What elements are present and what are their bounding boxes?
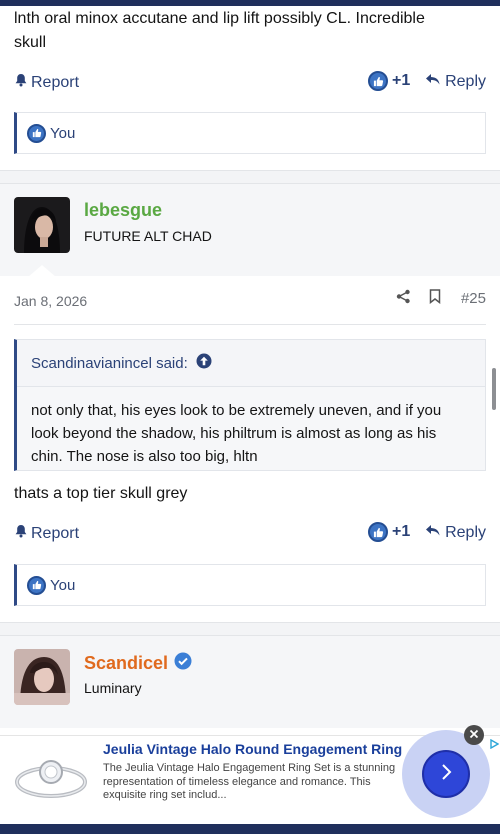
username[interactable]: lebesgue xyxy=(84,200,162,221)
post-divider xyxy=(0,170,500,184)
chevron-right-icon xyxy=(439,763,453,786)
reply-label: Reply xyxy=(445,73,486,90)
like-thumb-icon xyxy=(368,71,388,91)
like-button[interactable]: +1 xyxy=(368,522,410,542)
ad-next-button[interactable] xyxy=(422,750,470,798)
quote-line-3: chin. The nose is also too big, hltn xyxy=(31,448,258,465)
quote-content: not only that, his eyes look to be extre… xyxy=(17,387,485,482)
post-1-likes-bar[interactable]: You xyxy=(14,112,486,154)
header-notch xyxy=(28,265,56,277)
report-button[interactable]: Report xyxy=(14,73,79,92)
reply-label: Reply xyxy=(445,524,486,541)
user-title: FUTURE ALT CHAD xyxy=(84,228,212,244)
quote-author: Scandinavianincel said: xyxy=(31,354,188,372)
quote-block: Scandinavianincel said: not only that, h… xyxy=(14,339,486,471)
post-1-text-line-1: lnth oral minox accutane and lip lift po… xyxy=(14,10,425,27)
verified-badge-icon xyxy=(174,652,192,675)
like-count: +1 xyxy=(392,72,411,89)
quote-line-1: not only that, his eyes look to be extre… xyxy=(31,402,442,419)
scrollbar-thumb[interactable] xyxy=(492,368,496,410)
share-icon[interactable] xyxy=(396,289,411,307)
report-button[interactable]: Report xyxy=(14,524,79,543)
username[interactable]: Scandicel xyxy=(84,653,168,674)
ad-desc-line-1: The Jeulia Vintage Halo Engagement Ring … xyxy=(103,762,396,774)
post-1-text-line-2: skull xyxy=(14,34,47,51)
likes-list: You xyxy=(50,124,76,142)
ad-close-button[interactable] xyxy=(464,725,484,745)
post-2-likes-bar[interactable]: You xyxy=(14,564,486,606)
bell-icon xyxy=(14,73,28,92)
user-title: Luminary xyxy=(84,680,142,696)
quote-line-2: look beyond the shadow, his philtrum is … xyxy=(31,425,437,442)
avatar[interactable] xyxy=(14,649,70,705)
like-button[interactable]: +1 xyxy=(368,71,410,91)
likes-list: You xyxy=(50,576,76,594)
reply-button[interactable]: Reply xyxy=(425,524,486,542)
quote-up-arrow-icon[interactable] xyxy=(196,353,212,373)
reply-button[interactable]: Reply xyxy=(425,73,486,91)
bell-icon xyxy=(14,524,28,543)
post-1-actions: Report +1 Reply xyxy=(14,71,486,95)
quote-header[interactable]: Scandinavianincel said: xyxy=(17,340,485,387)
post-2-text: thats a top tier skull grey xyxy=(14,485,188,502)
post-2-actions: Report +1 Reply xyxy=(14,522,486,546)
post-tools: #25 xyxy=(396,289,486,307)
report-label: Report xyxy=(31,73,80,91)
ad-banner[interactable]: Jeulia Vintage Halo Round Engagement Rin… xyxy=(0,725,500,825)
username-row: Scandicel xyxy=(84,652,192,675)
adchoices-icon[interactable] xyxy=(490,736,500,754)
post-3-user-header: Scandicel Luminary xyxy=(0,636,500,728)
meta-divider xyxy=(14,324,486,325)
post-2-meta: Jan 8, 2026 #25 xyxy=(14,289,486,313)
post-divider xyxy=(0,622,500,636)
ad-desc-line-2: representation of timeless elegance and … xyxy=(103,775,371,788)
post-number[interactable]: #25 xyxy=(461,290,486,307)
ad-title[interactable]: Jeulia Vintage Halo Round Engagement Rin… xyxy=(103,741,402,757)
like-thumb-icon xyxy=(27,575,46,595)
ad-ring-image[interactable] xyxy=(10,750,92,810)
like-count: +1 xyxy=(392,523,411,540)
close-icon xyxy=(469,726,479,744)
report-label: Report xyxy=(31,524,80,542)
bottom-nav-bar xyxy=(0,824,500,834)
reply-arrow-icon xyxy=(425,73,441,91)
like-thumb-icon xyxy=(27,123,46,143)
bookmark-icon[interactable] xyxy=(429,289,441,307)
post-date[interactable]: Jan 8, 2026 xyxy=(14,293,87,309)
ad-description: The Jeulia Vintage Halo Engagement Ring … xyxy=(103,762,403,803)
avatar[interactable] xyxy=(14,197,70,253)
like-thumb-icon xyxy=(368,522,388,542)
post-2-user-header: lebesgue FUTURE ALT CHAD xyxy=(0,184,500,277)
reply-arrow-icon xyxy=(425,524,441,542)
ad-desc-line-3: exquisite ring set includ... xyxy=(103,789,227,801)
